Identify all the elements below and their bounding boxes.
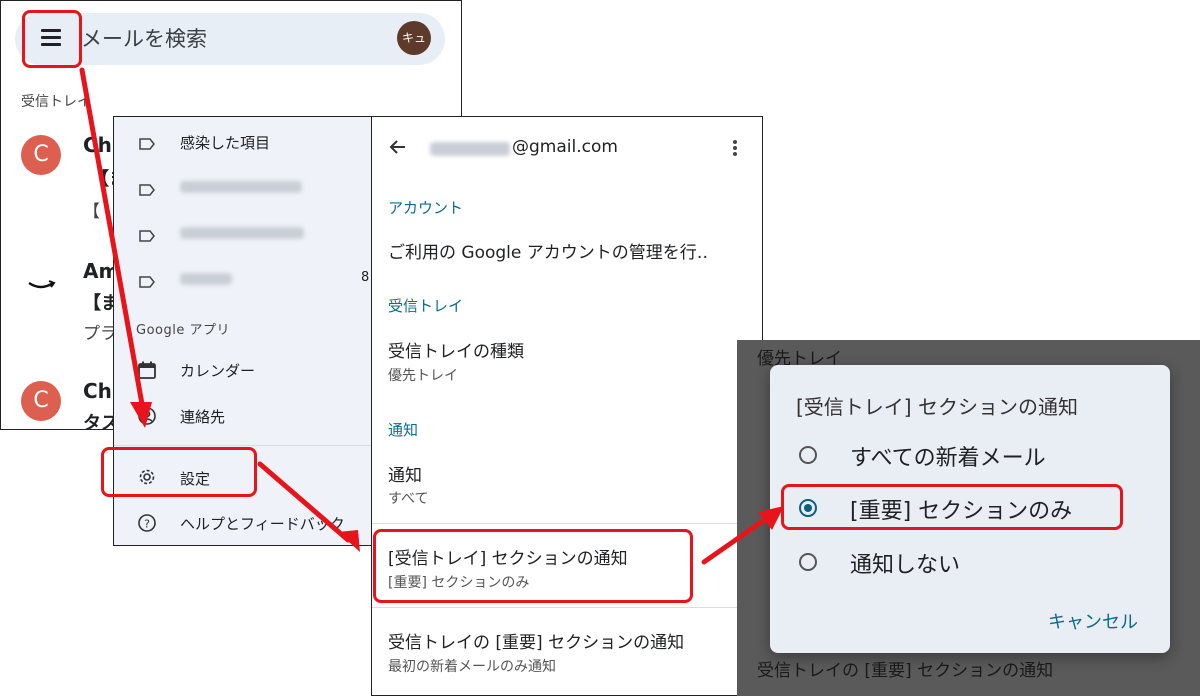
account-email: @gmail.com — [512, 137, 618, 157]
drawer-divider — [114, 445, 372, 446]
mail-snippet[interactable]: プラ — [83, 319, 117, 344]
contacts-icon — [138, 407, 156, 429]
apps-header: Google アプリ — [136, 323, 230, 338]
sender-avatar: C — [21, 135, 61, 175]
drawer-item-calendar[interactable]: カレンダー — [180, 360, 255, 381]
avatar[interactable]: キュ — [397, 21, 431, 55]
section-header-account: アカウント — [388, 199, 464, 217]
important-notify-title[interactable]: 受信トレイの [重要] セクションの通知 — [388, 628, 684, 653]
calendar-icon — [138, 361, 156, 383]
blurred-label[interactable] — [180, 227, 304, 239]
inbox-type-title[interactable]: 受信トレイの種類 — [388, 337, 524, 362]
dialog-title: [受信トレイ] セクションの通知 — [796, 395, 1078, 419]
highlight-settings — [101, 447, 257, 497]
drawer-item-contacts[interactable]: 連絡先 — [180, 406, 225, 427]
highlight-section-notify — [373, 529, 693, 603]
mail-sender[interactable]: Ch — [83, 379, 112, 403]
settings-divider — [372, 607, 762, 608]
option-none-label[interactable]: 通知しない — [850, 547, 960, 579]
notify-value: すべて — [388, 491, 429, 507]
help-icon: ? — [138, 514, 156, 536]
label-icon — [139, 135, 155, 150]
svg-text:?: ? — [144, 518, 150, 531]
label-icon — [139, 181, 155, 196]
settings-divider — [372, 523, 762, 524]
blurred-email-user — [430, 142, 510, 156]
back-arrow-icon[interactable] — [388, 137, 408, 161]
blurred-label[interactable] — [180, 273, 232, 285]
settings-panel: @gmail.com アカウント ご利用の Google アカウントの管理を行‥… — [371, 116, 763, 696]
label-count: 8 — [361, 270, 370, 285]
section-header-notify: 通知 — [388, 421, 419, 439]
drawer-item-label[interactable]: 感染した項目 — [180, 132, 270, 153]
label-icon — [139, 273, 155, 288]
radio-all[interactable] — [799, 446, 817, 464]
highlight-important-option — [781, 484, 1123, 530]
more-vert-icon[interactable] — [732, 138, 738, 162]
cancel-button[interactable]: キャンセル — [1048, 608, 1138, 634]
bg-text: 受信トレイの [重要] セクションの通知 — [757, 661, 1054, 681]
drawer-item-help[interactable]: ヘルプとフィードバック — [180, 513, 345, 534]
option-all-label[interactable]: すべての新着メール — [850, 440, 1046, 472]
mail-snippet[interactable]: 【 — [83, 197, 100, 222]
sender-avatar: C — [21, 381, 61, 421]
manage-account-item[interactable]: ご利用の Google アカウントの管理を行‥ — [388, 238, 708, 263]
section-header-inbox: 受信トレイ — [388, 297, 464, 315]
amazon-logo-icon — [19, 259, 63, 303]
label-icon — [139, 227, 155, 242]
important-notify-value: 最初の新着メールのみ通知 — [388, 659, 556, 675]
radio-none[interactable] — [799, 553, 817, 571]
inbox-section-label: 受信トレイ — [21, 94, 91, 110]
blurred-label[interactable] — [180, 181, 302, 193]
highlight-menu — [22, 10, 82, 68]
notify-title[interactable]: 通知 — [388, 461, 422, 486]
inbox-type-value: 優先トレイ — [388, 368, 458, 384]
search-input[interactable]: メールを検索 — [81, 23, 207, 53]
mail-sender[interactable]: Ch — [83, 133, 112, 157]
